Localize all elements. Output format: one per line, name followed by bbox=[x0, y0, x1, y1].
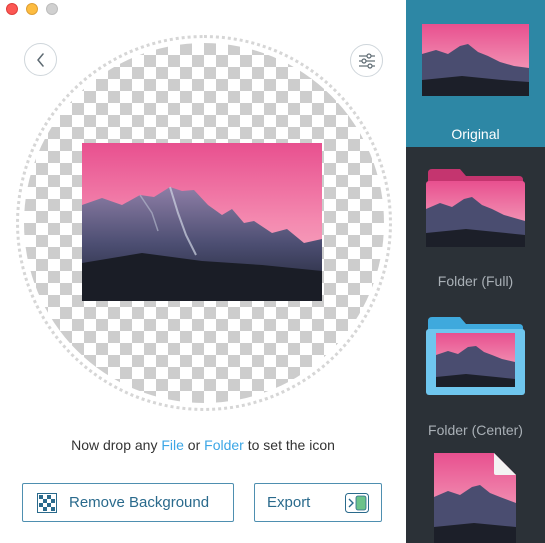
file-link[interactable]: File bbox=[161, 437, 184, 453]
sidebar-item-label: Original bbox=[451, 126, 500, 142]
blue-folder-icon bbox=[426, 317, 525, 395]
sidebar-item-label: Folder (Center) bbox=[428, 422, 523, 438]
export-button[interactable]: Export bbox=[254, 483, 382, 522]
transparency-icon bbox=[37, 492, 57, 513]
source-image-preview bbox=[82, 143, 322, 301]
mountain-photo bbox=[82, 143, 322, 301]
document-icon bbox=[434, 453, 516, 543]
hint-text: to set the icon bbox=[243, 437, 335, 453]
sidebar-item-folder-center[interactable]: Folder (Center) bbox=[406, 295, 545, 443]
settings-button[interactable] bbox=[350, 44, 383, 77]
sidebar-item-document[interactable] bbox=[406, 443, 545, 543]
sidebar-item-folder-full[interactable]: Folder (Full) bbox=[406, 147, 545, 295]
drop-hint: Now drop any File or Folder to set the i… bbox=[0, 437, 406, 453]
sliders-icon bbox=[358, 52, 375, 69]
window-controls bbox=[6, 3, 58, 15]
remove-background-label: Remove Background bbox=[69, 494, 210, 511]
hint-text: or bbox=[183, 437, 205, 453]
original-thumbnail bbox=[422, 24, 529, 96]
chevron-left-icon bbox=[36, 52, 44, 67]
folder-link[interactable]: Folder bbox=[204, 437, 244, 453]
close-window-button[interactable] bbox=[6, 3, 18, 15]
export-icon bbox=[345, 492, 369, 513]
sidebar-item-original[interactable]: Original bbox=[406, 0, 545, 147]
remove-background-button[interactable]: Remove Background bbox=[22, 483, 234, 522]
icon-style-sidebar: Original Folder (Full) Folder (Center) bbox=[406, 0, 545, 543]
minimize-window-button[interactable] bbox=[26, 3, 38, 15]
zoom-window-button[interactable] bbox=[46, 3, 58, 15]
export-label: Export bbox=[267, 494, 311, 511]
back-button[interactable] bbox=[24, 43, 57, 76]
sidebar-item-label: Folder (Full) bbox=[437, 273, 514, 289]
pink-folder-icon bbox=[426, 169, 525, 247]
hint-text: Now drop any bbox=[71, 437, 162, 453]
